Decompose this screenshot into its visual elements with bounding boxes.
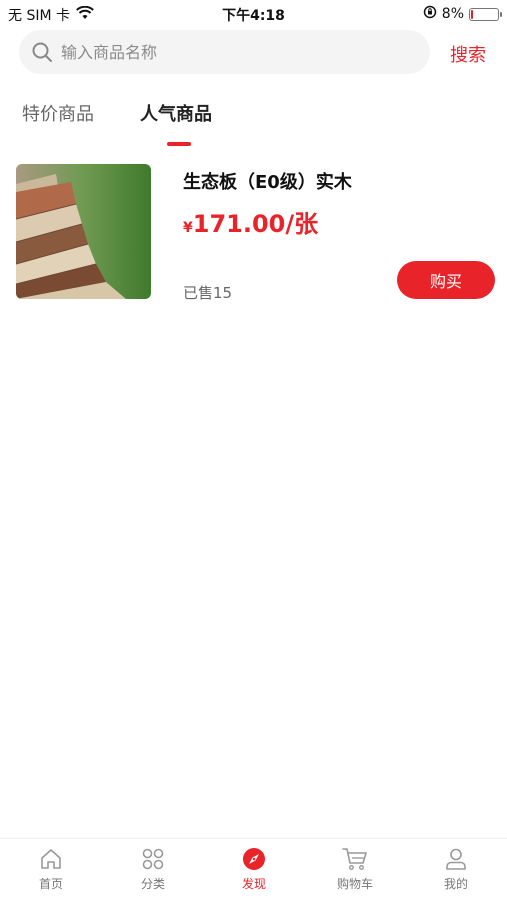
nav-label-cart: 购物车 — [336, 877, 373, 891]
category-icon — [142, 848, 164, 870]
search-button[interactable]: 搜索 — [450, 41, 486, 67]
product-name: 生态板（E0级）实木 — [183, 172, 352, 193]
tab-special-products[interactable]: 特价商品 — [22, 100, 94, 126]
nav-item-cart[interactable]: 购物车 — [315, 847, 395, 892]
status-right: 8% — [423, 5, 502, 23]
status-bar: 无 SIM 卡 下午4:18 8% — [0, 0, 507, 28]
bottom-nav: 首页 分类 发现 购物车 我的 — [0, 838, 507, 900]
product-tabs: 特价商品 人气商品 — [0, 100, 507, 150]
nav-item-category[interactable]: 分类 — [113, 847, 193, 892]
tab-popular-products[interactable]: 人气商品 — [140, 100, 212, 126]
product-card[interactable]: 生态板（E0级）实木 ¥171.00/张 已售15 购买 — [0, 158, 507, 308]
cart-icon — [342, 848, 367, 871]
buy-button[interactable]: 购买 — [397, 261, 495, 299]
search-input[interactable] — [61, 42, 401, 62]
user-icon — [446, 848, 466, 870]
sold-count: 已售15 — [183, 284, 233, 302]
search-icon — [32, 42, 52, 62]
search-bar[interactable] — [19, 30, 430, 74]
price-value: 171.00/张 — [192, 210, 319, 238]
home-icon — [41, 849, 61, 869]
product-image — [16, 164, 151, 299]
currency-symbol: ¥ — [183, 220, 193, 236]
nav-label-mine: 我的 — [443, 877, 468, 891]
orientation-lock-icon — [423, 5, 437, 23]
nav-item-home[interactable]: 首页 — [11, 847, 91, 892]
battery-percent: 8% — [441, 6, 464, 22]
nav-label-category: 分类 — [140, 877, 165, 891]
nav-item-discover[interactable]: 发现 — [214, 847, 294, 892]
nav-item-mine[interactable]: 我的 — [416, 847, 496, 892]
nav-label-home: 首页 — [38, 877, 63, 891]
battery-icon — [469, 7, 502, 21]
nav-label-discover: 发现 — [241, 877, 266, 891]
active-tab-indicator — [167, 142, 191, 146]
compass-icon — [243, 848, 265, 870]
product-price: ¥171.00/张 — [183, 204, 318, 239]
